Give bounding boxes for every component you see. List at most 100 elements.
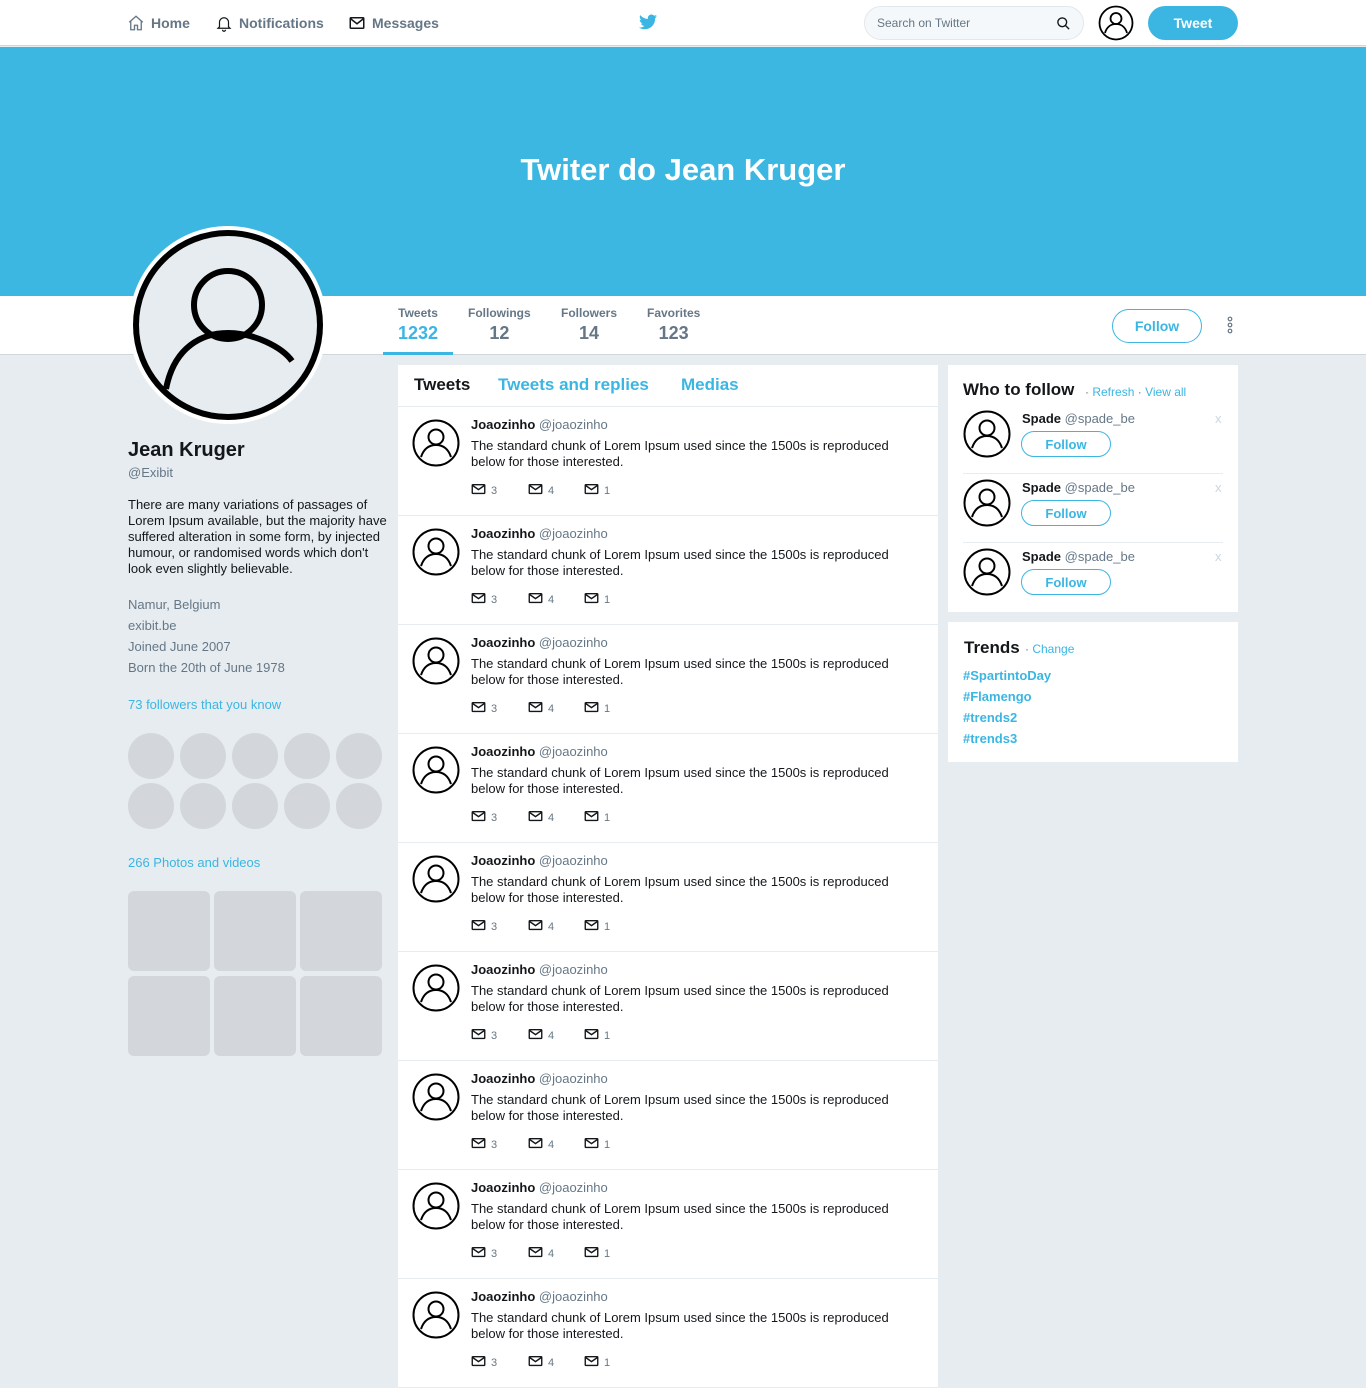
user-avatar-icon[interactable]	[412, 964, 460, 1017]
tweet-action-like[interactable]: 1	[584, 1137, 610, 1152]
tweet-action-reply[interactable]: 3	[471, 919, 497, 934]
user-avatar-icon[interactable]	[963, 548, 1011, 601]
more-options-icon[interactable]	[1226, 316, 1234, 339]
trend-item[interactable]: #Flamengo	[963, 689, 1032, 704]
tweet-action-retweet[interactable]: 4	[528, 1246, 554, 1261]
tweet-author-handle[interactable]: @joaozinho	[539, 1180, 608, 1195]
tweet-author-name[interactable]: Joaozinho	[471, 526, 535, 541]
tweet-action-like[interactable]: 1	[584, 810, 610, 825]
search-icon[interactable]	[1056, 16, 1071, 36]
suggestion-name[interactable]: Spade @spade_be	[1022, 411, 1135, 426]
user-avatar-icon[interactable]	[1098, 5, 1134, 46]
user-avatar-icon[interactable]	[412, 746, 460, 799]
tweet-author-name[interactable]: Joaozinho	[471, 417, 535, 432]
stat-favorites[interactable]: Favorites 123	[647, 306, 700, 344]
tweet-item[interactable]: Joaozinho @joaozinho The standard chunk …	[398, 1170, 938, 1279]
change-trends-link[interactable]: Change	[1032, 642, 1074, 656]
suggestion-follow-button[interactable]: Follow	[1021, 569, 1111, 595]
tweet-author-name[interactable]: Joaozinho	[471, 744, 535, 759]
follower-avatar[interactable]	[284, 783, 330, 829]
nav-messages[interactable]: Messages	[348, 12, 439, 34]
photo-thumbnail[interactable]	[128, 891, 210, 971]
tweet-button[interactable]: Tweet	[1148, 6, 1238, 40]
tweet-item[interactable]: Joaozinho @joaozinho The standard chunk …	[398, 734, 938, 843]
tweet-author-handle[interactable]: @joaozinho	[539, 635, 608, 650]
tab-tweets[interactable]: Tweets	[414, 375, 470, 395]
stat-tweets[interactable]: Tweets 1232	[398, 306, 438, 344]
trend-item[interactable]: #trends2	[963, 710, 1017, 725]
tweet-item[interactable]: Joaozinho @joaozinho The standard chunk …	[398, 843, 938, 952]
tweet-item[interactable]: Joaozinho @joaozinho The standard chunk …	[398, 1061, 938, 1170]
tweet-action-reply[interactable]: 3	[471, 1028, 497, 1043]
refresh-link[interactable]: Refresh	[1092, 385, 1134, 399]
tweet-action-reply[interactable]: 3	[471, 1137, 497, 1152]
suggestion-name[interactable]: Spade @spade_be	[1022, 480, 1135, 495]
profile-website[interactable]: exibit.be	[128, 618, 176, 633]
user-avatar-icon[interactable]	[963, 410, 1011, 463]
tweet-author-name[interactable]: Joaozinho	[471, 635, 535, 650]
tweet-action-retweet[interactable]: 4	[528, 1137, 554, 1152]
tweet-item[interactable]: Joaozinho @joaozinho The standard chunk …	[398, 407, 938, 516]
follower-avatar[interactable]	[232, 733, 278, 779]
trend-item[interactable]: #SpartintoDay	[963, 668, 1051, 683]
tweet-action-like[interactable]: 1	[584, 701, 610, 716]
suggestion-follow-button[interactable]: Follow	[1021, 431, 1111, 457]
tweet-item[interactable]: Joaozinho @joaozinho The standard chunk …	[398, 516, 938, 625]
followers-you-know-link[interactable]: 73 followers that you know	[128, 697, 281, 712]
tweet-action-like[interactable]: 1	[584, 592, 610, 607]
tweet-author-name[interactable]: Joaozinho	[471, 853, 535, 868]
tweet-author-name[interactable]: Joaozinho	[471, 1071, 535, 1086]
photo-thumbnail[interactable]	[128, 976, 210, 1056]
photo-thumbnail[interactable]	[300, 891, 382, 971]
tweet-action-like[interactable]: 1	[584, 1246, 610, 1261]
photo-thumbnail[interactable]	[214, 976, 296, 1056]
profile-avatar[interactable]	[129, 226, 327, 424]
tab-medias[interactable]: Medias	[681, 375, 739, 395]
trend-item[interactable]: #trends3	[963, 731, 1017, 746]
tweet-action-reply[interactable]: 3	[471, 1355, 497, 1370]
follower-avatar[interactable]	[232, 783, 278, 829]
user-avatar-icon[interactable]	[412, 419, 460, 472]
user-avatar-icon[interactable]	[412, 1073, 460, 1126]
tweet-author-handle[interactable]: @joaozinho	[539, 1071, 608, 1086]
user-avatar-icon[interactable]	[412, 637, 460, 690]
tweet-action-like[interactable]: 1	[584, 919, 610, 934]
tweet-action-like[interactable]: 1	[584, 1355, 610, 1370]
tweet-author-handle[interactable]: @joaozinho	[539, 853, 608, 868]
tab-tweets-and-replies[interactable]: Tweets and replies	[498, 375, 649, 395]
twitter-bird-icon[interactable]	[639, 14, 657, 35]
tweet-action-retweet[interactable]: 4	[528, 483, 554, 498]
tweet-author-handle[interactable]: @joaozinho	[539, 744, 608, 759]
tweet-item[interactable]: Joaozinho @joaozinho The standard chunk …	[398, 952, 938, 1061]
tweet-action-reply[interactable]: 3	[471, 483, 497, 498]
follower-avatar[interactable]	[128, 733, 174, 779]
tweet-action-reply[interactable]: 3	[471, 701, 497, 716]
follower-avatar[interactable]	[336, 783, 382, 829]
photo-thumbnail[interactable]	[300, 976, 382, 1056]
tweet-item[interactable]: Joaozinho @joaozinho The standard chunk …	[398, 1279, 938, 1388]
tweet-action-reply[interactable]: 3	[471, 810, 497, 825]
tweet-author-handle[interactable]: @joaozinho	[539, 417, 608, 432]
stat-followings[interactable]: Followings 12	[468, 306, 531, 344]
tweet-author-handle[interactable]: @joaozinho	[539, 1289, 608, 1304]
tweet-author-name[interactable]: Joaozinho	[471, 962, 535, 977]
tweet-author-handle[interactable]: @joaozinho	[539, 962, 608, 977]
user-avatar-icon[interactable]	[963, 479, 1011, 532]
tweet-action-retweet[interactable]: 4	[528, 701, 554, 716]
photos-videos-link[interactable]: 266 Photos and videos	[128, 855, 260, 870]
user-avatar-icon[interactable]	[412, 1182, 460, 1235]
search-input[interactable]	[877, 14, 1047, 32]
follower-avatar[interactable]	[180, 733, 226, 779]
follower-avatar[interactable]	[336, 733, 382, 779]
view-all-link[interactable]: View all	[1145, 385, 1186, 399]
nav-notifications[interactable]: Notifications	[215, 12, 324, 34]
tweet-action-retweet[interactable]: 4	[528, 919, 554, 934]
tweet-action-retweet[interactable]: 4	[528, 1028, 554, 1043]
tweet-action-retweet[interactable]: 4	[528, 810, 554, 825]
tweet-author-name[interactable]: Joaozinho	[471, 1289, 535, 1304]
nav-home[interactable]: Home	[127, 12, 190, 34]
tweet-action-like[interactable]: 1	[584, 483, 610, 498]
tweet-action-like[interactable]: 1	[584, 1028, 610, 1043]
user-avatar-icon[interactable]	[412, 1291, 460, 1344]
tweet-item[interactable]: Joaozinho @joaozinho The standard chunk …	[398, 625, 938, 734]
